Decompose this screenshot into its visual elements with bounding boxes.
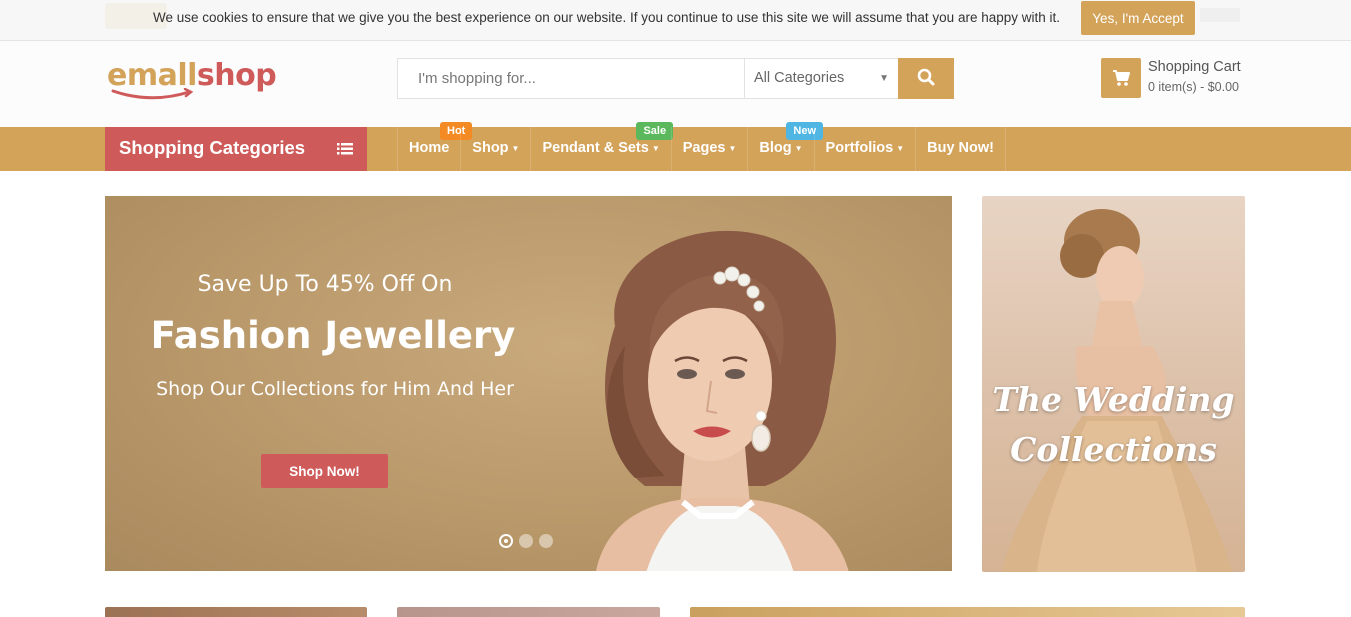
model-image (596, 230, 849, 571)
menu-item-label: Shop (472, 140, 509, 156)
main-menu: Home Hot Shop ▼ Pendant & Sets ▼ Sale Page… (397, 122, 1006, 171)
menu-item-buy-now[interactable]: Buy Now! (915, 127, 1006, 171)
caret-down-icon: ▼ (896, 144, 905, 153)
topbar-hidden-item (1200, 8, 1240, 22)
logo-smile-icon (111, 88, 194, 100)
promo-banner-3[interactable] (690, 607, 1245, 617)
site-logo[interactable]: emallshop (107, 58, 277, 102)
cart-summary: 0 item(s) - $0.00 (1148, 80, 1240, 94)
menu-item-label: Blog (759, 140, 792, 156)
caret-down-icon: ▼ (794, 144, 803, 153)
search-button[interactable] (898, 58, 954, 99)
menu-item-pendant-sets[interactable]: Pendant & Sets ▼ Sale (530, 122, 674, 171)
sale-badge: Sale (636, 122, 674, 140)
search-input[interactable] (398, 59, 744, 98)
category-select[interactable]: All Categories ▼ (744, 59, 898, 98)
cookie-message: We use cookies to ensure that we give yo… (153, 10, 1060, 25)
wedding-collections-banner[interactable]: The Wedding Collections (982, 196, 1245, 572)
slider-dot-3[interactable] (539, 534, 553, 548)
menu-item-portfolios[interactable]: Portfolios ▼ (813, 127, 916, 171)
menu-item-label: Home (409, 140, 450, 156)
caret-down-icon: ▼ (511, 144, 520, 153)
cookie-consent-bar: We use cookies to ensure that we give yo… (0, 0, 1351, 41)
menu-item-blog[interactable]: Blog ▼ New (747, 122, 824, 171)
hero-pretitle: Save Up To 45% Off On (197, 272, 453, 297)
menu-item-label: Buy Now! (927, 140, 994, 156)
menu-item-label: Pendant & Sets (542, 140, 649, 156)
menu-item-label: Pages (682, 140, 726, 156)
hero-title: Fashion Jewellery (150, 314, 516, 357)
hero-slider[interactable]: Save Up To 45% Off On Fashion Jewellery … (105, 196, 952, 571)
banner-title-line2: Collections (1010, 430, 1217, 469)
menu-item-label: Portfolios (825, 140, 894, 156)
shopping-cart[interactable]: Shopping Cart 0 item(s) - $0.00 (1101, 58, 1261, 99)
slider-dots (499, 534, 553, 548)
caret-down-icon: ▼ (728, 144, 737, 153)
menu-item-home[interactable]: Home Hot (397, 122, 473, 171)
slider-dot-1[interactable] (499, 534, 513, 548)
chevron-down-icon: ▼ (879, 73, 889, 84)
cart-title: Shopping Cart (1148, 59, 1241, 75)
banner-title-line1: The Wedding (992, 380, 1235, 419)
slider-dot-2[interactable] (519, 534, 533, 548)
shop-now-button[interactable]: Shop Now! (261, 454, 388, 488)
promo-banner-1[interactable] (105, 607, 367, 617)
shopping-categories-label: Shopping Categories (119, 137, 306, 158)
list-icon (337, 143, 353, 155)
logo-text-part2: shop (196, 58, 277, 93)
shopping-categories-button[interactable]: Shopping Categories (105, 127, 367, 171)
cart-icon (1101, 58, 1141, 98)
main-navbar: Shopping Categories Home Hot Shop ▼ Penda… (0, 122, 1351, 171)
menu-item-pages[interactable]: Pages ▼ (670, 127, 748, 171)
promo-banner-2[interactable] (397, 607, 660, 617)
search-bar: All Categories ▼ (397, 58, 954, 99)
menu-item-shop[interactable]: Shop ▼ (460, 127, 530, 171)
site-header: emallshop All Categories ▼ Shoppi (0, 41, 1351, 127)
cookie-accept-button[interactable]: Yes, I'm Accept (1081, 1, 1195, 35)
hero-subtitle: Shop Our Collections for Him And Her (156, 378, 514, 400)
category-select-value: All Categories (754, 70, 845, 86)
caret-down-icon: ▼ (651, 144, 660, 153)
search-icon (917, 68, 935, 86)
